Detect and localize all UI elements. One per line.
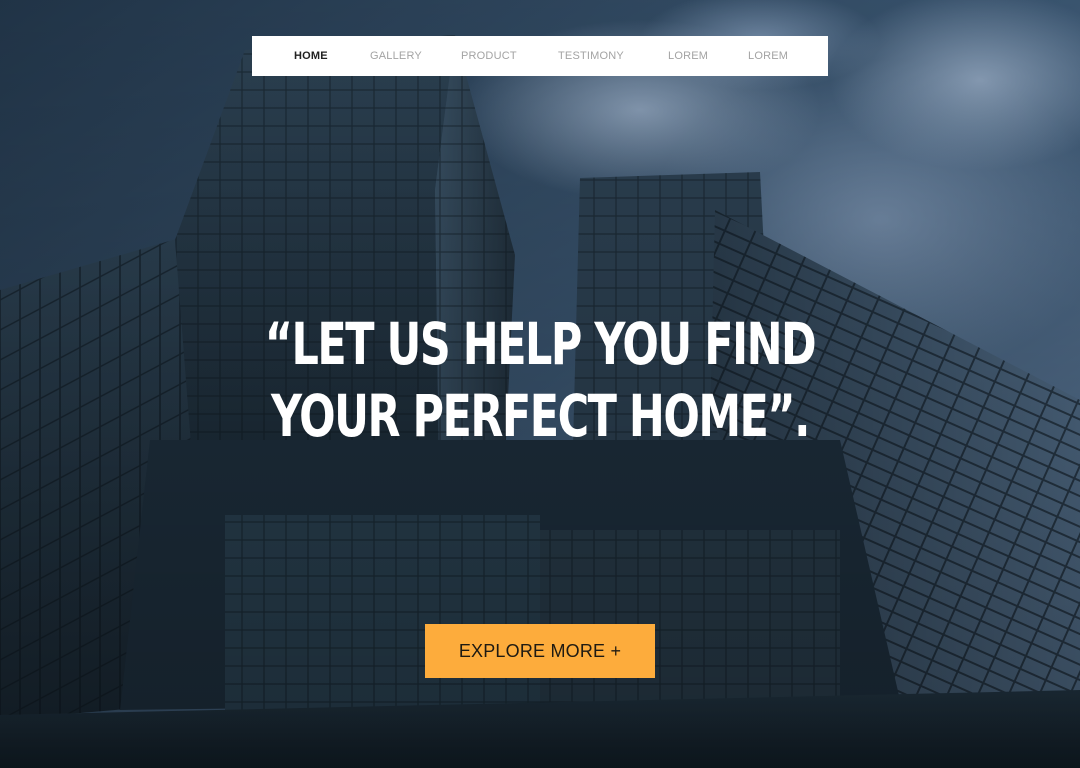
hero-headline-line-2: YOUR PERFECT HOME”. [271,382,810,450]
nav-item-gallery[interactable]: GALLERY [370,36,422,76]
hero-headline: “LET US HELP YOU FIND YOUR PERFECT HOME”… [0,308,1080,452]
nav-item-product[interactable]: PRODUCT [461,36,517,76]
nav-item-home[interactable]: HOME [294,36,328,76]
hero-section: HOME GALLERY PRODUCT TESTIMONY LOREM LOR… [0,0,1080,768]
top-navigation-bar: HOME GALLERY PRODUCT TESTIMONY LOREM LOR… [252,36,828,76]
nav-item-testimony[interactable]: TESTIMONY [558,36,624,76]
nav-item-lorem-2[interactable]: LOREM [748,36,788,76]
explore-more-button[interactable]: EXPLORE MORE + [425,624,655,678]
hero-headline-line-1: “LET US HELP YOU FIND [264,310,817,378]
nav-item-lorem-1[interactable]: LOREM [668,36,708,76]
